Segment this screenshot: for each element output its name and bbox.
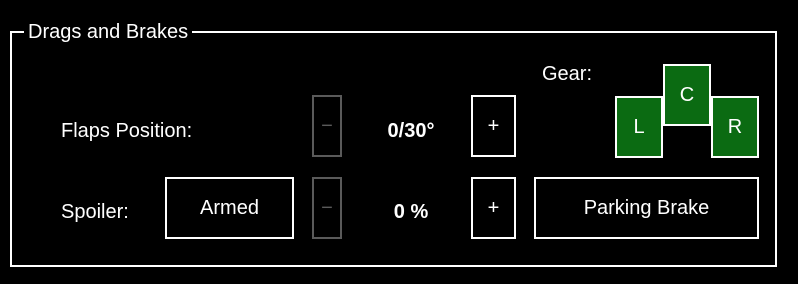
gear-label: Gear:	[542, 63, 593, 85]
parking-brake-button[interactable]: Parking Brake	[534, 177, 759, 239]
spoiler-label: Spoiler:	[61, 201, 129, 223]
gear-right-indicator[interactable]: R	[711, 96, 759, 158]
group-title: Drags and Brakes	[24, 20, 193, 44]
spoiler-decrease-button[interactable]: −	[312, 177, 342, 239]
spoiler-armed-button[interactable]: Armed	[165, 177, 294, 239]
flaps-position-value: 0/30°	[387, 120, 435, 142]
gear-left-indicator[interactable]: L	[615, 96, 663, 158]
spoiler-value: 0 %	[393, 201, 429, 223]
spoiler-increase-button[interactable]: +	[471, 177, 516, 239]
flaps-decrease-button[interactable]: −	[312, 95, 342, 157]
flaps-increase-button[interactable]: +	[471, 95, 516, 157]
gear-center-indicator[interactable]: C	[663, 64, 711, 126]
flaps-position-label: Flaps Position:	[61, 120, 193, 142]
